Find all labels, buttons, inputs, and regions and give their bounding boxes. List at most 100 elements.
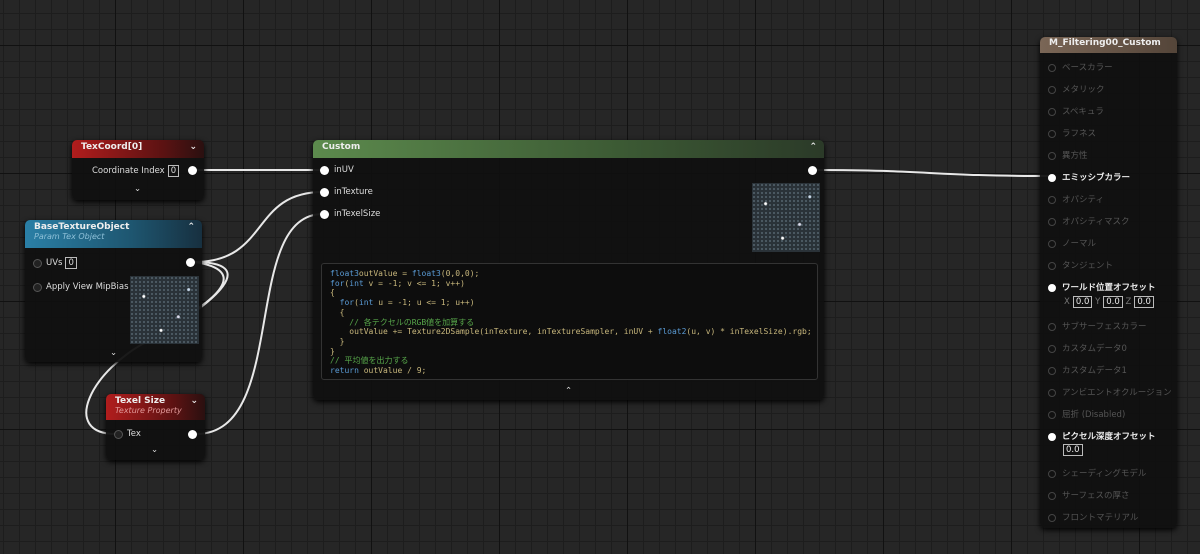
result-pin-row[interactable]: カスタムデータ0 xyxy=(1048,342,1127,354)
node-subtitle: Param Tex Object xyxy=(34,232,105,241)
chevron-down-icon[interactable]: ⌄ xyxy=(134,184,141,194)
pdo-input-wrap: 0.0 xyxy=(1060,444,1156,456)
result-pin-row[interactable]: オパシティマスク xyxy=(1048,215,1130,227)
pin-icon[interactable] xyxy=(1048,195,1056,204)
chevron-up-icon[interactable]: ⌃ xyxy=(565,386,572,396)
code-token: // 各テクセルのRGB値を加算する xyxy=(330,317,475,327)
intexelsize-pin[interactable] xyxy=(320,210,329,219)
material-result-node[interactable]: M_Filtering00_Custom ベースカラー メタリックスペキュララフネ… xyxy=(1040,37,1177,528)
code-token: outValue = xyxy=(358,269,412,278)
chevron-down-icon[interactable]: ⌄ xyxy=(151,445,158,455)
tex-pin[interactable] xyxy=(114,430,123,439)
chevron-down-icon[interactable]: ⌄ xyxy=(189,142,197,152)
result-pin-row[interactable]: オパシティ xyxy=(1048,193,1104,205)
code-line: for(int v = -1; v <= 1; v++) xyxy=(330,279,809,289)
chevron-down-icon[interactable]: ⌄ xyxy=(110,348,117,358)
code-line: for(int u = -1; u <= 1; u++) xyxy=(330,298,809,308)
pin-label: スペキュラ xyxy=(1062,107,1104,117)
pin-label: ピクセル深度オフセット xyxy=(1062,432,1156,442)
result-pin-row[interactable]: カスタムデータ1 xyxy=(1048,364,1127,376)
pin-label: ノーマル xyxy=(1062,239,1097,249)
result-pin-row[interactable]: スペキュラ xyxy=(1048,105,1104,117)
result-pin-row[interactable]: ラフネス xyxy=(1048,127,1096,139)
node-title: M_Filtering00_Custom xyxy=(1049,38,1161,48)
pin-icon[interactable] xyxy=(1048,344,1056,353)
result-pin-row[interactable]: サーフェスの厚さ xyxy=(1048,489,1130,501)
code-token: } xyxy=(330,346,335,356)
pin-icon[interactable] xyxy=(1048,217,1056,226)
x-input[interactable]: 0.0 xyxy=(1072,296,1093,308)
texcoord-node[interactable]: TexCoord[0] ⌄ Coordinate Index 0 ⌄ xyxy=(72,140,204,200)
result-pin-row[interactable]: メタリック xyxy=(1048,83,1105,95)
base-texture-header[interactable]: BaseTextureObject Param Tex Object ⌃ xyxy=(25,220,202,248)
pin-icon[interactable] xyxy=(1048,261,1056,270)
result-pin-row[interactable]: アンビエントオクルージョン xyxy=(1048,386,1172,398)
coordinate-index-input[interactable]: 0 xyxy=(167,165,180,177)
texel-size-node[interactable]: Texel Size Texture Property ⌄ Tex ⌄ xyxy=(106,394,205,460)
intexture-pin[interactable] xyxy=(320,188,329,197)
result-pin-row[interactable]: ワールド位置オフセット X 0.0 Y 0.0 Z 0.0 xyxy=(1048,281,1156,308)
pin-icon[interactable] xyxy=(1048,410,1056,419)
output-pin[interactable] xyxy=(186,258,195,267)
node-subtitle: Texture Property xyxy=(115,406,182,415)
pin-icon[interactable] xyxy=(1048,513,1056,522)
result-pin-row[interactable]: ベースカラー xyxy=(1048,61,1113,73)
result-pin-row[interactable]: 異方性 xyxy=(1048,149,1088,161)
pin-icon[interactable] xyxy=(1048,366,1056,375)
output-pin[interactable] xyxy=(188,166,197,175)
pin-icon[interactable] xyxy=(1048,283,1056,292)
uvs-input[interactable]: 0 xyxy=(65,257,77,269)
result-pin-row[interactable]: 屈折 (Disabled) xyxy=(1048,408,1125,420)
code-token: int xyxy=(349,278,364,288)
result-header[interactable]: M_Filtering00_Custom xyxy=(1040,37,1177,53)
pin-label: シェーディングモデル xyxy=(1062,469,1147,479)
result-pin-row[interactable]: ピクセル深度オフセット 0.0 xyxy=(1048,430,1156,456)
pin-icon[interactable] xyxy=(1048,151,1056,160)
pin-icon[interactable] xyxy=(1048,388,1056,397)
code-line: } xyxy=(330,347,809,357)
chevron-down-icon[interactable]: ⌄ xyxy=(190,396,198,406)
result-pin-row[interactable]: タンジェント xyxy=(1048,259,1113,271)
uvs-pin[interactable] xyxy=(33,259,42,268)
output-pin[interactable] xyxy=(808,166,817,175)
pin-icon[interactable] xyxy=(1048,85,1056,94)
pin-icon[interactable] xyxy=(1048,491,1056,500)
pdo-input[interactable]: 0.0 xyxy=(1063,444,1083,456)
result-pin-row[interactable]: エミッシブカラー xyxy=(1048,171,1130,183)
inuv-pin[interactable] xyxy=(320,166,329,175)
result-pin-row[interactable]: サブサーフェスカラー xyxy=(1048,320,1147,332)
result-pin-row[interactable]: シェーディングモデル xyxy=(1048,467,1146,479)
chevron-up-icon[interactable]: ⌃ xyxy=(187,222,195,232)
y-input[interactable]: 0.0 xyxy=(1103,296,1123,308)
pin-icon[interactable] xyxy=(1048,322,1056,331)
pin-icon[interactable] xyxy=(1048,432,1056,441)
code-token: u = -1; u <= 1; u++) xyxy=(373,298,475,308)
custom-node[interactable]: Custom ⌃ inUV inTexture inTexelSize float… xyxy=(313,140,824,400)
z-input[interactable]: 0.0 xyxy=(1134,296,1154,308)
result-pin-row[interactable]: フロントマテリアル xyxy=(1048,511,1138,523)
pin-icon[interactable] xyxy=(1048,107,1056,116)
code-line: { xyxy=(330,308,809,318)
pin-label: 屈折 (Disabled) xyxy=(1062,410,1126,420)
pin-icon[interactable] xyxy=(1048,129,1056,138)
result-pin-row[interactable]: ノーマル xyxy=(1048,237,1096,249)
code-token: outValue += Texture2DSample(inTexture, i… xyxy=(330,327,658,337)
output-pin[interactable] xyxy=(188,430,197,439)
pin-icon[interactable] xyxy=(1048,173,1056,182)
code-token: { xyxy=(330,307,345,317)
pin-icon[interactable] xyxy=(1048,469,1056,478)
wire-texelsize-intexelsize xyxy=(195,213,324,435)
base-texture-object-node[interactable]: BaseTextureObject Param Tex Object ⌃ UVs 0 … xyxy=(25,220,202,362)
code-token: float2 xyxy=(657,327,687,337)
chevron-up-icon[interactable]: ⌃ xyxy=(809,142,817,152)
pin-icon[interactable] xyxy=(1048,63,1056,72)
code-editor[interactable]: float3outValue = float3(0,0,0); for(int v… xyxy=(321,263,818,380)
coordinate-index: Coordinate Index 0 xyxy=(92,165,180,177)
node-title: Custom xyxy=(322,142,361,152)
texel-size-header[interactable]: Texel Size Texture Property ⌄ xyxy=(106,394,205,420)
mip-bias-pin[interactable] xyxy=(33,283,42,292)
wpo-inputs: X 0.0 Y 0.0 Z 0.0 xyxy=(1064,296,1156,308)
pin-icon[interactable] xyxy=(1048,239,1056,248)
texcoord-header[interactable]: TexCoord[0] ⌄ xyxy=(72,140,204,158)
custom-header[interactable]: Custom ⌃ xyxy=(313,140,824,158)
